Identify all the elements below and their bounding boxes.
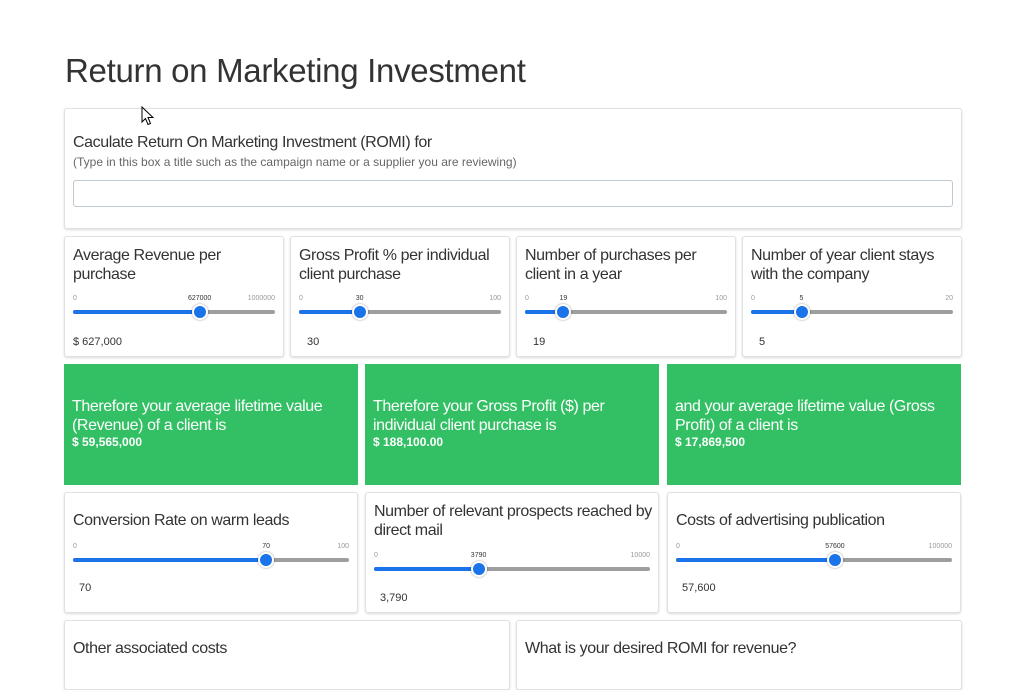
lifetime-revenue-result: Therefore your average lifetime value (R… <box>64 364 358 485</box>
years-slider[interactable]: 0 20 5 <box>751 295 953 325</box>
slider-min: 0 <box>374 552 378 559</box>
slider-fill <box>73 310 200 314</box>
avg-revenue-slider[interactable]: 0 1000000 627000 <box>73 295 275 325</box>
prospects-slider[interactable]: 0 10000 3790 <box>374 552 650 582</box>
ad-costs-slider[interactable]: 0 100000 57600 <box>676 543 952 573</box>
desired-romi-label: What is your desired ROMI for revenue? <box>525 640 797 657</box>
gross-profit-label: Gross Profit % per individual client pur… <box>299 247 490 283</box>
slider-min: 0 <box>299 295 303 302</box>
slider-handle[interactable] <box>826 552 843 568</box>
gross-profit-slider[interactable]: 0 100 30 <box>299 295 501 325</box>
slider-max: 100 <box>337 543 349 550</box>
lifetime-gross-profit-value: $ 17,869,500 <box>675 435 746 449</box>
ad-costs-label: Costs of advertising publication <box>676 512 885 529</box>
conversion-value: 70 <box>79 582 92 594</box>
conversion-panel: Conversion Rate on warm leads 0 100 70 7… <box>64 492 358 613</box>
slider-min: 0 <box>73 295 77 302</box>
slider-handle[interactable] <box>191 304 208 320</box>
ad-costs-panel: Costs of advertising publication 0 10000… <box>667 492 961 613</box>
other-costs-panel: Other associated costs <box>64 620 510 690</box>
slider-fill <box>73 558 267 562</box>
slider-min: 0 <box>73 543 77 550</box>
page-title: Return on Marketing Investment <box>65 52 526 89</box>
desired-romi-panel: What is your desired ROMI for revenue? <box>516 620 962 690</box>
slider-max: 20 <box>945 295 953 302</box>
lifetime-gross-profit-label: and your average lifetime value (Gross P… <box>675 398 935 434</box>
campaign-title-hint: (Type in this box a title such as the ca… <box>73 155 517 169</box>
slider-current-tick: 627000 <box>187 295 212 302</box>
slider-max: 10000 <box>630 552 650 559</box>
gross-profit-per-purchase-result: Therefore your Gross Profit ($) per indi… <box>365 364 659 485</box>
gross-profit-panel: Gross Profit % per individual client pur… <box>290 236 510 357</box>
lifetime-revenue-value: $ 59,565,000 <box>72 435 143 449</box>
gross-profit-per-purchase-label: Therefore your Gross Profit ($) per indi… <box>373 398 605 434</box>
slider-current-tick: 70 <box>262 543 271 550</box>
avg-revenue-label: Average Revenue per purchase <box>73 247 221 283</box>
conversion-slider[interactable]: 0 100 70 <box>73 543 349 573</box>
campaign-title-label: Caculate Return On Marketing Investment … <box>73 134 432 151</box>
lifetime-gross-profit-result: and your average lifetime value (Gross P… <box>667 364 961 485</box>
lifetime-revenue-label: Therefore your average lifetime value (R… <box>72 398 323 434</box>
ad-costs-value: 57,600 <box>682 582 716 594</box>
slider-handle[interactable] <box>555 304 572 320</box>
slider-min: 0 <box>751 295 755 302</box>
purchases-value: 19 <box>533 336 546 348</box>
slider-max: 100 <box>489 295 501 302</box>
slider-current-tick: 19 <box>559 295 568 302</box>
slider-fill <box>374 567 479 571</box>
slider-handle[interactable] <box>793 304 810 320</box>
years-label: Number of year client stays with the com… <box>751 247 935 283</box>
gross-profit-per-purchase-value: $ 188,100.00 <box>373 435 444 449</box>
campaign-title-input[interactable] <box>73 180 953 207</box>
slider-min: 0 <box>525 295 529 302</box>
slider-current-tick: 30 <box>355 295 364 302</box>
conversion-label: Conversion Rate on warm leads <box>73 512 290 529</box>
slider-max: 100000 <box>928 543 952 550</box>
purchases-label: Number of purchases per client in a year <box>525 247 697 283</box>
slider-fill <box>299 310 360 314</box>
slider-current-tick: 3790 <box>470 552 487 559</box>
slider-max: 100 <box>715 295 727 302</box>
purchases-slider[interactable]: 0 100 19 <box>525 295 727 325</box>
avg-revenue-value: $ 627,000 <box>73 336 122 348</box>
other-costs-label: Other associated costs <box>73 640 227 657</box>
mouse-pointer-icon <box>141 106 155 126</box>
prospects-label: Number of relevant prospects reached by … <box>374 503 652 539</box>
slider-max: 1000000 <box>247 295 275 302</box>
slider-current-tick: 5 <box>799 295 804 302</box>
slider-fill <box>676 558 835 562</box>
slider-handle[interactable] <box>470 561 487 577</box>
avg-revenue-panel: Average Revenue per purchase 0 1000000 6… <box>64 236 284 357</box>
purchases-panel: Number of purchases per client in a year… <box>516 236 736 357</box>
campaign-title-panel: Caculate Return On Marketing Investment … <box>64 108 962 229</box>
prospects-value: 3,790 <box>380 592 408 604</box>
years-value: 5 <box>759 336 766 348</box>
slider-current-tick: 57600 <box>825 543 845 550</box>
prospects-panel: Number of relevant prospects reached by … <box>365 492 659 613</box>
years-panel: Number of year client stays with the com… <box>742 236 962 357</box>
gross-profit-value: 30 <box>307 336 320 348</box>
slider-min: 0 <box>676 543 680 550</box>
slider-handle[interactable] <box>351 304 368 320</box>
slider-handle[interactable] <box>258 552 275 568</box>
